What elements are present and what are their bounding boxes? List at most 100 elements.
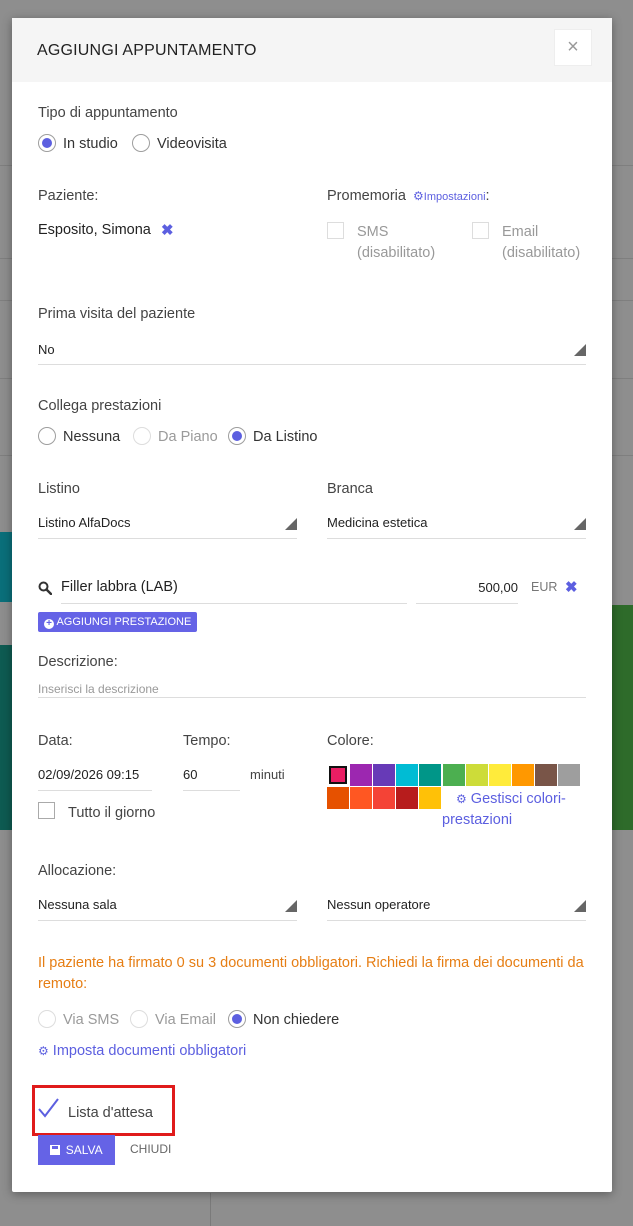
room-select[interactable]: Nessuna sala xyxy=(38,897,117,912)
color-swatch[interactable] xyxy=(534,764,557,786)
manage-colors-link[interactable]: ⚙ Gestisci colori- xyxy=(456,791,566,807)
radio-via-sms xyxy=(38,1010,56,1028)
price-list-dropdown-icon[interactable] xyxy=(285,518,297,530)
link-services-label: Collega prestazioni xyxy=(38,398,162,414)
room-underline xyxy=(38,920,297,921)
service-underline xyxy=(61,603,407,604)
service-price-input[interactable]: 500,00 xyxy=(416,580,518,595)
date-input[interactable]: 02/09/2026 09:15 xyxy=(38,767,139,782)
close-text-button[interactable]: CHIUDI xyxy=(130,1142,171,1156)
bg-event-block xyxy=(0,645,12,830)
price-underline xyxy=(416,603,518,604)
first-visit-select[interactable]: No xyxy=(38,342,55,357)
service-search-input[interactable]: Filler labbra (LAB) xyxy=(61,579,178,595)
bg-event-block xyxy=(0,532,12,602)
price-list-label: Listino xyxy=(38,481,80,497)
remove-patient-icon[interactable]: ✖ xyxy=(161,221,174,239)
color-swatch[interactable] xyxy=(373,787,396,809)
radio-nessuna-label[interactable]: Nessuna xyxy=(63,429,120,445)
color-swatch[interactable] xyxy=(442,764,465,786)
email-label: Email xyxy=(502,224,539,240)
radio-da-listino-label[interactable]: Da Listino xyxy=(253,429,317,445)
radio-via-sms-label: Via SMS xyxy=(63,1012,120,1028)
all-day-label: Tutto il giorno xyxy=(68,805,156,821)
color-swatch[interactable] xyxy=(465,764,488,786)
color-swatch[interactable] xyxy=(419,764,442,786)
add-service-label: AGGIUNGI PRESTAZIONE xyxy=(56,616,192,628)
reminder-label: Promemoria ⚙Impostazioni: xyxy=(327,188,490,204)
radio-in-studio-label[interactable]: In studio xyxy=(63,136,118,152)
email-state: (disabilitato) xyxy=(502,245,581,261)
color-swatch[interactable] xyxy=(350,764,373,786)
branch-label: Branca xyxy=(327,481,373,497)
date-label: Data: xyxy=(38,733,73,749)
branch-underline xyxy=(327,538,586,539)
gears-icon: ⚙ xyxy=(38,1044,49,1058)
radio-non-chiedere[interactable] xyxy=(228,1010,246,1028)
color-swatch[interactable] xyxy=(488,764,511,786)
save-button[interactable]: SALVA xyxy=(38,1135,115,1165)
color-swatch[interactable] xyxy=(558,764,580,786)
radio-da-piano-label: Da Piano xyxy=(158,429,218,445)
operator-dropdown-icon[interactable] xyxy=(574,900,586,912)
first-visit-dropdown-icon[interactable] xyxy=(574,344,586,356)
bg-divider xyxy=(210,1193,211,1226)
reminder-settings-link[interactable]: Impostazioni xyxy=(424,191,486,203)
room-dropdown-icon[interactable] xyxy=(285,900,297,912)
gears-icon: ⚙ xyxy=(456,792,467,806)
branch-dropdown-icon[interactable] xyxy=(574,518,586,530)
documents-warning: Il paziente ha firmato 0 su 3 documenti … xyxy=(38,955,584,992)
radio-videovisita-label[interactable]: Videovisita xyxy=(157,136,227,152)
mandatory-docs-link[interactable]: ⚙ Imposta documenti obbligatori xyxy=(38,1043,246,1059)
manage-colors-text-1: Gestisci colori- xyxy=(470,791,566,807)
add-appointment-modal: AGGIUNGI APPUNTAMENTO × Tipo di appuntam… xyxy=(12,18,612,1192)
manage-colors-link-cont[interactable]: prestazioni xyxy=(442,812,512,828)
color-swatch[interactable] xyxy=(396,764,419,786)
date-underline xyxy=(38,790,152,791)
radio-nessuna[interactable] xyxy=(38,427,56,445)
color-swatch[interactable] xyxy=(350,787,373,809)
close-button[interactable]: × xyxy=(554,29,592,66)
radio-non-chiedere-label[interactable]: Non chiedere xyxy=(253,1012,339,1028)
price-list-select[interactable]: Listino AlfaDocs xyxy=(38,515,131,530)
color-swatch[interactable] xyxy=(396,787,419,809)
radio-da-piano xyxy=(133,427,151,445)
color-swatch[interactable] xyxy=(373,764,396,786)
color-label: Colore: xyxy=(327,733,374,749)
floppy-icon xyxy=(50,1145,61,1155)
color-swatch[interactable] xyxy=(327,764,349,786)
price-list-underline xyxy=(38,538,297,539)
add-service-button[interactable]: + AGGIUNGI PRESTAZIONE xyxy=(38,612,198,632)
color-swatch[interactable] xyxy=(419,787,442,809)
all-day-checkbox[interactable] xyxy=(38,802,55,819)
color-swatch[interactable] xyxy=(511,764,534,786)
sms-state: (disabilitato) xyxy=(357,245,436,261)
operator-select[interactable]: Nessun operatore xyxy=(327,897,430,912)
radio-da-listino[interactable] xyxy=(228,427,246,445)
radio-videovisita[interactable] xyxy=(132,134,150,152)
waitlist-label: Lista d'attesa xyxy=(68,1105,153,1121)
patient-name: Esposito, Simona xyxy=(38,222,151,238)
description-underline xyxy=(38,697,586,698)
color-swatch[interactable] xyxy=(327,787,349,809)
save-label: SALVA xyxy=(65,1143,103,1157)
description-label: Descrizione: xyxy=(38,654,118,670)
allocation-label: Allocazione: xyxy=(38,863,117,879)
radio-in-studio[interactable] xyxy=(38,134,56,152)
reminder-label-text: Promemoria xyxy=(327,188,406,204)
patient-label: Paziente: xyxy=(38,188,99,204)
reminder-colon: : xyxy=(485,188,490,204)
branch-select[interactable]: Medicina estetica xyxy=(327,515,427,530)
radio-via-email xyxy=(130,1010,148,1028)
remove-service-icon[interactable]: ✖ xyxy=(565,578,578,596)
email-checkbox[interactable] xyxy=(472,222,489,239)
bg-event-block xyxy=(612,605,633,830)
sms-checkbox[interactable] xyxy=(327,222,344,239)
first-visit-underline xyxy=(38,364,586,365)
description-input[interactable]: Inserisci la descrizione xyxy=(38,682,159,696)
duration-input[interactable]: 60 xyxy=(183,767,197,782)
currency-label: EUR xyxy=(531,580,558,594)
mandatory-docs-text: Imposta documenti obbligatori xyxy=(52,1043,247,1059)
sms-label: SMS xyxy=(357,224,389,240)
waitlist-check-icon[interactable] xyxy=(37,1097,59,1119)
